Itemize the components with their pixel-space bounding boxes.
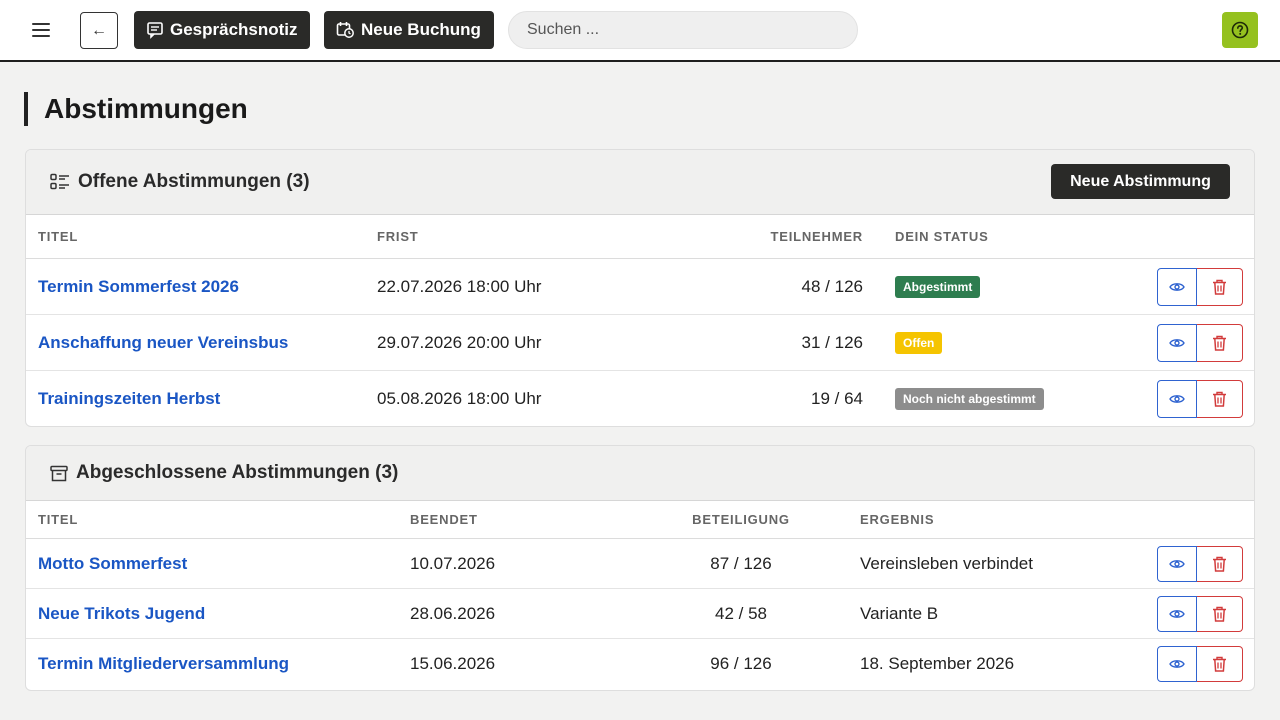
vote-participants: 48 / 126 — [801, 276, 863, 296]
vote-title-link[interactable]: Termin Sommerfest 2026 — [38, 277, 239, 297]
vote-result: 18. September 2026 — [860, 654, 1015, 673]
row-actions — [1157, 596, 1243, 632]
vote-title-link[interactable]: Anschaffung neuer Vereinsbus — [38, 333, 288, 353]
vote-ended: 15.06.2026 — [410, 654, 496, 673]
vote-participation: 96 / 126 — [710, 654, 772, 673]
column-header-result: ERGEBNIS — [860, 512, 935, 527]
closed-votes-header: Abgeschlossene Abstimmungen (3) — [26, 446, 1254, 501]
column-header-title: TITEL — [38, 512, 79, 527]
open-votes-header: Offene Abstimmungen (3) Neue Abstimmung — [26, 150, 1254, 215]
view-button[interactable] — [1157, 380, 1197, 418]
page-title-wrap: Abstimmungen — [24, 92, 248, 126]
view-button[interactable] — [1157, 324, 1197, 362]
trash-icon — [1213, 279, 1226, 295]
status-badge: Abgestimmt — [895, 275, 981, 298]
vote-deadline: 29.07.2026 20:00 Uhr — [377, 332, 542, 352]
question-icon — [1231, 21, 1249, 39]
vote-deadline: 05.08.2026 18:00 Uhr — [377, 389, 542, 408]
row-actions — [1157, 324, 1243, 362]
eye-icon — [1169, 339, 1185, 347]
hamburger-icon[interactable] — [32, 21, 52, 39]
calendar-booking-icon — [336, 22, 354, 38]
row-actions — [1157, 380, 1243, 418]
help-button[interactable] — [1222, 12, 1258, 48]
back-button[interactable]: ← — [80, 12, 118, 49]
eye-icon — [1169, 283, 1185, 291]
view-button[interactable] — [1157, 596, 1197, 632]
trash-icon — [1213, 391, 1226, 407]
table-row: Termin Sommerfest 2026 22.07.2026 18:00 … — [26, 259, 1254, 315]
status-badge: Noch nicht abgestimmt — [895, 388, 1044, 410]
arrow-left-icon: ← — [91, 21, 107, 39]
vote-title-link[interactable]: Neue Trikots Jugend — [38, 604, 205, 624]
column-header-participants: TEILNEHMER — [770, 229, 863, 244]
view-button[interactable] — [1157, 268, 1197, 306]
delete-button[interactable] — [1197, 546, 1243, 582]
row-actions — [1157, 546, 1243, 582]
eye-icon — [1169, 610, 1185, 618]
status-badge: Offen — [895, 331, 943, 354]
column-header-deadline: FRIST — [377, 229, 419, 244]
open-votes-table-header: TITEL FRIST TEILNEHMER DEIN STATUS — [26, 215, 1254, 259]
column-header-ended: BEENDET — [410, 512, 478, 527]
view-button[interactable] — [1157, 546, 1197, 582]
table-row: Motto Sommerfest 10.07.2026 87 / 126 Ver… — [26, 539, 1254, 589]
page-title: Abstimmungen — [44, 93, 248, 124]
row-actions — [1157, 268, 1243, 306]
closed-votes-title: Abgeschlossene Abstimmungen (3) — [76, 462, 399, 483]
trash-icon — [1213, 656, 1226, 672]
column-header-title: TITEL — [38, 229, 79, 244]
eye-icon — [1169, 395, 1185, 403]
open-votes-title: Offene Abstimmungen (3) — [78, 171, 310, 192]
note-icon — [147, 22, 163, 39]
row-actions — [1157, 646, 1243, 682]
eye-icon — [1169, 560, 1185, 568]
vote-result: Variante B — [860, 603, 939, 623]
vote-ended: 10.07.2026 — [410, 553, 496, 573]
table-row: Termin Mitgliederversammlung 15.06.2026 … — [26, 639, 1254, 689]
vote-result: Vereinsleben verbindet — [860, 553, 1033, 573]
table-row: Trainingszeiten Herbst 05.08.2026 18:00 … — [26, 371, 1254, 426]
vote-title-link[interactable]: Termin Mitgliederversammlung — [38, 654, 289, 674]
vote-participation: 87 / 126 — [710, 553, 772, 573]
delete-button[interactable] — [1197, 380, 1243, 418]
new-booking-button-label: Neue Buchung — [361, 20, 481, 39]
view-button[interactable] — [1157, 646, 1197, 682]
closed-votes-card: Abgeschlossene Abstimmungen (3) TITEL BE… — [25, 445, 1255, 691]
vote-participants: 31 / 126 — [801, 332, 863, 352]
delete-button[interactable] — [1197, 646, 1243, 682]
table-row: Anschaffung neuer Vereinsbus 29.07.2026 … — [26, 315, 1254, 371]
column-header-status: DEIN STATUS — [895, 229, 989, 244]
trash-icon — [1213, 556, 1226, 572]
new-vote-button[interactable]: Neue Abstimmung — [1051, 164, 1230, 199]
vote-title-link[interactable]: Trainingszeiten Herbst — [38, 389, 220, 409]
open-votes-card: Offene Abstimmungen (3) Neue Abstimmung … — [25, 149, 1255, 427]
vote-title-link[interactable]: Motto Sommerfest — [38, 554, 187, 574]
vote-ended: 28.06.2026 — [410, 603, 496, 623]
search-input[interactable] — [508, 11, 858, 49]
trash-icon — [1213, 606, 1226, 622]
trash-icon — [1213, 335, 1226, 351]
note-button-label: Gesprächsnotiz — [170, 20, 298, 39]
column-header-participation: BETEILIGUNG — [692, 512, 790, 527]
note-button[interactable]: Gesprächsnotiz — [134, 11, 310, 49]
archive-icon — [50, 465, 68, 481]
top-bar: ← Gesprächsnotiz Neue Buchung — [0, 0, 1280, 62]
vote-participation: 42 / 58 — [715, 603, 767, 623]
table-row: Neue Trikots Jugend 28.06.2026 42 / 58 V… — [26, 589, 1254, 639]
list-checks-icon — [50, 173, 69, 190]
delete-button[interactable] — [1197, 324, 1243, 362]
closed-votes-table-header: TITEL BEENDET BETEILIGUNG ERGEBNIS — [26, 501, 1254, 539]
delete-button[interactable] — [1197, 596, 1243, 632]
eye-icon — [1169, 660, 1185, 668]
vote-deadline: 22.07.2026 18:00 Uhr — [377, 276, 542, 296]
vote-participants: 19 / 64 — [811, 389, 863, 408]
new-booking-button[interactable]: Neue Buchung — [324, 11, 494, 49]
delete-button[interactable] — [1197, 268, 1243, 306]
